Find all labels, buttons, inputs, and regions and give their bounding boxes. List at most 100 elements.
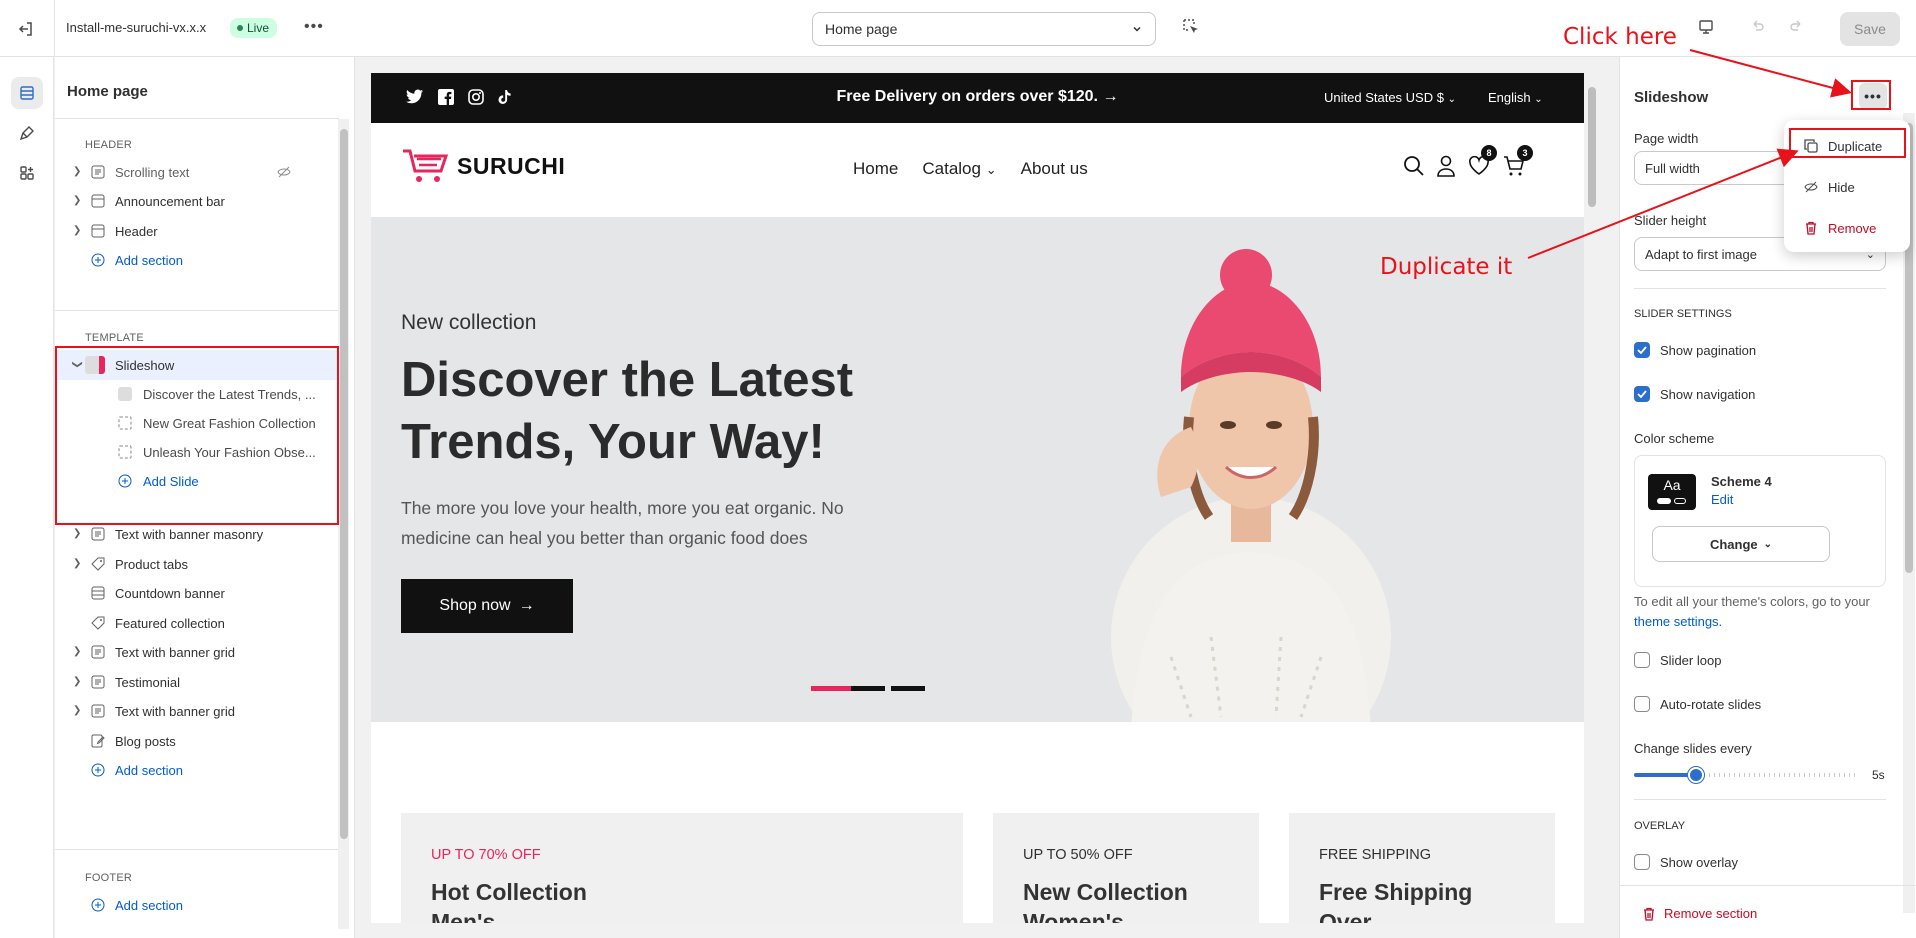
blog-icon [91, 734, 105, 748]
language-selector[interactable]: English ⌄ [1488, 90, 1543, 105]
divider [55, 118, 339, 119]
footer-group-label: FOOTER [85, 872, 133, 884]
change-scheme-button[interactable]: Change ⌄ [1652, 526, 1830, 562]
remove-section-label: Remove section [1664, 906, 1758, 921]
inspector-icon[interactable] [1182, 18, 1200, 36]
arrow-right-icon: → [518, 597, 535, 614]
redo-icon[interactable] [1788, 18, 1806, 36]
checkbox-label: Show navigation [1660, 386, 1756, 402]
main-nav: Home Catalog ⌄ About us [853, 159, 1088, 179]
save-button[interactable]: Save [1840, 12, 1900, 46]
menu-remove[interactable]: Remove [1784, 212, 1910, 244]
checkbox-label: Auto-rotate slides [1660, 696, 1762, 712]
slider-height-value: Adapt to first image [1645, 246, 1757, 262]
show-navigation-checkbox[interactable]: Show navigation [1634, 386, 1755, 402]
chevron-down-icon: ⌄ [1447, 94, 1456, 105]
shop-now-button[interactable]: Shop now → [401, 579, 573, 633]
device-preview-icon[interactable] [1697, 18, 1715, 36]
add-section-label: Add section [115, 898, 183, 913]
banner-card[interactable]: UP TO 70% OFF Hot Collection Men's [401, 813, 963, 923]
plus-circle-icon [91, 898, 105, 912]
storefront-preview[interactable]: Free Delivery on orders over $120. → Uni… [371, 73, 1584, 923]
undo-icon[interactable] [1748, 18, 1766, 36]
show-pagination-checkbox[interactable]: Show pagination [1634, 342, 1756, 358]
rail-sections[interactable] [11, 77, 43, 109]
remove-section-button[interactable]: Remove section [1642, 906, 1757, 921]
nav-about[interactable]: About us [1021, 159, 1088, 179]
hero-heading: Discover the Latest Trends, Your Way! [401, 353, 854, 469]
divider [55, 310, 339, 311]
chevron-right-icon: ❯ [73, 528, 82, 539]
currency-selector[interactable]: United States USD $ ⌄ [1324, 90, 1456, 105]
scrollbar-thumb[interactable] [1588, 87, 1596, 207]
section-text-banner-grid[interactable]: ❯ Text with banner grid [55, 637, 339, 667]
section-countdown-banner[interactable]: Countdown banner [55, 578, 339, 608]
rail-apps[interactable] [11, 157, 43, 189]
language-label: English [1488, 90, 1531, 105]
banner-card[interactable]: FREE SHIPPING Free Shipping Over [1289, 813, 1555, 923]
chevron-down-icon [1133, 26, 1141, 32]
arrow-right-icon: → [1102, 88, 1119, 105]
section-label: Announcement bar [115, 194, 225, 209]
store-logo[interactable]: SURUCHI [401, 147, 565, 185]
slide-dot[interactable] [891, 686, 925, 691]
annotation-click-here: Click here [1563, 24, 1677, 50]
change-slides-fill [1634, 773, 1697, 777]
plus-circle-icon [91, 253, 105, 267]
hero-text: The more you love your health, more you … [401, 498, 844, 548]
exit-button[interactable] [14, 17, 38, 41]
checkbox-label: Slider loop [1660, 652, 1722, 668]
add-section-footer[interactable]: Add section [55, 890, 339, 920]
wishlist-count: 8 [1481, 145, 1497, 161]
scheme-edit-link[interactable]: Edit [1711, 492, 1733, 507]
add-section-header[interactable]: Add section [55, 245, 339, 275]
section-product-tabs[interactable]: ❯ Product tabs [55, 549, 339, 579]
rail-theme-settings[interactable] [11, 117, 43, 149]
site-header: SURUCHI Home Catalog ⌄ About us 8 3 [371, 123, 1584, 217]
nav-catalog-label: Catalog [922, 159, 981, 178]
slider-loop-checkbox[interactable]: Slider loop [1634, 652, 1721, 668]
section-text-banner-grid-2[interactable]: ❯ Text with banner grid [55, 696, 339, 726]
section-label: Text with banner grid [115, 645, 235, 660]
theme-actions-button[interactable]: ••• [304, 18, 324, 36]
chevron-right-icon: ❯ [73, 225, 82, 236]
section-testimonial[interactable]: ❯ Testimonial [55, 667, 339, 697]
chevron-right-icon: ❯ [73, 195, 82, 206]
nav-home[interactable]: Home [853, 159, 898, 179]
section-blog-posts[interactable]: Blog posts [55, 726, 339, 756]
divider [1634, 799, 1886, 800]
annotation-duplicate-it: Duplicate it [1380, 254, 1513, 280]
scrollbar-thumb[interactable] [340, 129, 348, 839]
section-label: Testimonial [115, 675, 181, 690]
text-section-icon [91, 645, 105, 659]
slide-dot[interactable] [851, 686, 885, 691]
change-slides-handle[interactable] [1688, 767, 1705, 783]
preview-scrollbar[interactable] [1585, 73, 1599, 923]
auto-rotate-checkbox[interactable]: Auto-rotate slides [1634, 696, 1761, 712]
swatch-primary-chip [1657, 498, 1671, 504]
section-label: Featured collection [115, 616, 225, 631]
section-scrolling-text[interactable]: ❯ Scrolling text [55, 157, 339, 187]
menu-hide[interactable]: Hide [1784, 171, 1910, 203]
panel-title: Home page [67, 83, 148, 100]
page-width-label: Page width [1634, 131, 1699, 146]
page-selector[interactable]: Home page [812, 12, 1156, 46]
tag-icon [91, 557, 105, 571]
text-section-icon [91, 675, 105, 689]
hidden-eye-icon[interactable] [277, 166, 291, 178]
banner-card[interactable]: UP TO 50% OFF New Collection Women's [993, 813, 1259, 923]
nav-catalog[interactable]: Catalog ⌄ [922, 159, 996, 179]
section-header[interactable]: ❯ Header [55, 216, 339, 246]
section-label: Product tabs [115, 557, 188, 572]
add-section-template[interactable]: Add section [55, 755, 339, 785]
account-icon[interactable] [1436, 155, 1456, 177]
section-announcement-bar[interactable]: ❯ Announcement bar [55, 186, 339, 216]
search-icon[interactable] [1403, 155, 1425, 177]
theme-settings-link[interactable]: theme settings. [1634, 614, 1722, 629]
show-overlay-checkbox[interactable]: Show overlay [1634, 854, 1738, 870]
section-featured-collection[interactable]: Featured collection [55, 608, 339, 638]
left-panel-scrollbar[interactable] [338, 119, 349, 929]
chevron-down-icon: ⌄ [1763, 538, 1773, 550]
checkbox-unchecked-icon [1634, 854, 1650, 870]
slide-dot-active[interactable] [811, 686, 851, 691]
